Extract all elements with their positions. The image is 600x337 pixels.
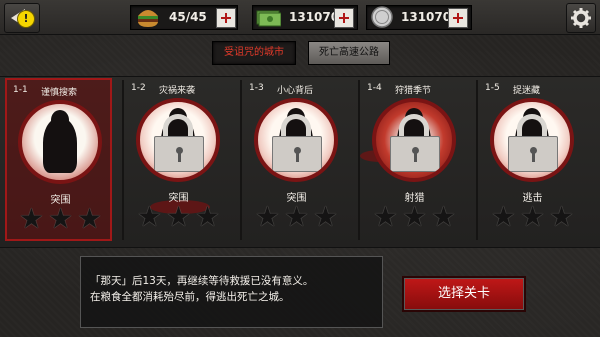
star-icon: ★: [18, 202, 44, 235]
settings-button[interactable]: [566, 3, 596, 33]
zombie-silhouette-icon: [43, 117, 77, 173]
stage-medal: [490, 98, 574, 182]
coin-value: 131070: [401, 10, 452, 24]
select-stage-button[interactable]: 选择关卡: [402, 276, 526, 312]
stage-card-1-5[interactable]: 1-5 捉迷藏 逃击 ★ ★ ★: [479, 78, 586, 241]
cash-counter: 131070: [252, 5, 358, 30]
stage-number: 1-1: [13, 85, 28, 95]
lock-icon: [154, 114, 204, 172]
lock-icon: [390, 114, 440, 172]
star-icon: ★: [165, 200, 192, 233]
story-dialog: 「那天」后13天，再继续等待救援已没有意义。 在粮食全都消耗殆尽前，得逃出死亡之…: [80, 256, 383, 328]
stage-title: 谨慎搜索: [41, 88, 78, 98]
star-icon: ★: [77, 202, 103, 235]
stage-card-1-3[interactable]: 1-3 小心背后 突围 ★ ★ ★: [243, 78, 350, 241]
add-coin-button[interactable]: [448, 8, 468, 28]
star-icon: ★: [401, 200, 428, 233]
stage-title: 灾祸来袭: [159, 86, 196, 96]
stage-medal: [136, 98, 220, 182]
alert-badge[interactable]: !: [17, 10, 35, 28]
star-icon: ★: [313, 200, 339, 233]
stage-card-1-1[interactable]: 1-1 谨慎搜索 突围 ★ ★ ★: [5, 78, 112, 241]
star-icon: ★: [283, 200, 310, 233]
stage-number: 1-5: [485, 83, 500, 93]
card-divider: [122, 80, 124, 240]
stage-number: 1-3: [249, 83, 264, 93]
stage-title: 狩猎季节: [395, 86, 432, 96]
stage-medal: [372, 98, 456, 182]
star-rating: ★ ★ ★: [125, 202, 232, 232]
star-rating: ★ ★ ★: [479, 202, 586, 232]
star-icon: ★: [136, 200, 162, 233]
star-icon: ★: [372, 200, 398, 233]
add-cash-button[interactable]: [334, 8, 354, 28]
card-divider: [358, 80, 360, 240]
star-rating: ★ ★ ★: [361, 202, 468, 232]
coin-counter: 131070: [366, 5, 472, 30]
star-icon: ★: [431, 200, 457, 233]
cash-value: 131070: [289, 10, 340, 24]
stage-medal: [254, 98, 338, 182]
stage-number: 1-2: [131, 83, 146, 93]
tab-cursed-city[interactable]: 受诅咒的城市: [212, 41, 296, 65]
stage-number: 1-4: [367, 83, 382, 93]
tab-death-highway[interactable]: 死亡高速公路: [308, 41, 390, 65]
star-icon: ★: [490, 200, 516, 233]
card-divider: [476, 80, 478, 240]
stage-card-1-4[interactable]: 1-4 狩猎季节 射猎 ★ ★ ★: [361, 78, 468, 241]
stage-title: 小心背后: [277, 86, 314, 96]
star-icon: ★: [195, 200, 221, 233]
stage-title: 捉迷藏: [513, 86, 541, 96]
lock-icon: [272, 114, 322, 172]
star-icon: ★: [47, 202, 74, 235]
add-food-button[interactable]: [216, 8, 236, 28]
star-icon: ★: [254, 200, 280, 233]
gear-icon: [571, 8, 591, 28]
lock-icon: [508, 114, 558, 172]
card-divider: [240, 80, 242, 240]
burger-icon: [138, 10, 158, 27]
story-line-1: 「那天」后13天，再继续等待救援已没有意义。: [90, 275, 314, 287]
silver-coin-icon: [371, 6, 393, 28]
stage-card-1-2[interactable]: 1-2 灾祸来袭 突围 ★ ★ ★: [125, 78, 232, 241]
food-value: 45/45: [169, 10, 207, 24]
star-rating: ★ ★ ★: [243, 202, 350, 232]
star-icon: ★: [519, 200, 546, 233]
star-rating: ★ ★ ★: [7, 204, 114, 234]
stage-medal: [18, 100, 102, 184]
cash-icon: [256, 10, 281, 27]
food-counter: 45/45: [130, 5, 238, 30]
story-line-2: 在粮食全都消耗殆尽前，得逃出死亡之城。: [90, 291, 290, 303]
star-icon: ★: [549, 200, 575, 233]
